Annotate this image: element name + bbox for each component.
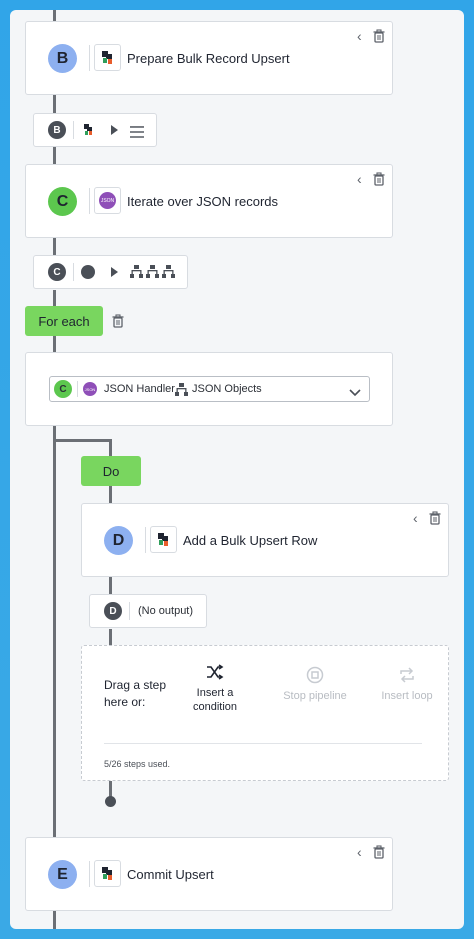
for-each-label: For each — [25, 306, 103, 336]
workflow-canvas: B Prepare Bulk Record Upsert ‹ B C JSON … — [10, 10, 464, 929]
trash-icon[interactable] — [373, 172, 385, 191]
trash-icon[interactable] — [112, 314, 124, 333]
step-drop-zone[interactable]: Drag a step here or: Insert a condition … — [81, 645, 449, 781]
output-letter-badge: B — [48, 121, 66, 139]
divider — [89, 45, 90, 71]
output-card-b[interactable]: B — [33, 113, 157, 147]
loop-source-card: C JSON JSON Handler JSON Objects — [25, 352, 393, 426]
flow-connector — [53, 238, 56, 255]
stop-circle-icon — [283, 666, 347, 686]
hierarchy-icon — [130, 265, 176, 284]
loop-branch-connector — [53, 439, 111, 442]
step-title: Commit Upsert — [127, 867, 214, 882]
trash-icon[interactable] — [373, 845, 385, 864]
flow-connector — [53, 910, 56, 929]
divider — [145, 527, 146, 553]
play-arrow-icon — [111, 125, 118, 135]
chevron-down-icon — [349, 384, 361, 402]
divider — [104, 743, 422, 744]
json-badge: JSON — [99, 192, 116, 209]
step-title: Iterate over JSON records — [127, 194, 278, 209]
collapse-chevron-icon[interactable]: ‹ — [357, 844, 362, 860]
insert-condition-label: Insert a condition — [192, 687, 238, 713]
step-card-c[interactable]: C JSON Iterate over JSON records ‹ — [25, 164, 393, 238]
flow-connector — [53, 336, 56, 353]
divider — [89, 861, 90, 887]
step-letter-badge: D — [104, 526, 133, 555]
flow-connector — [53, 147, 56, 164]
output-card-c[interactable]: C — [33, 255, 188, 289]
repeat-icon — [379, 666, 435, 686]
divider — [73, 121, 74, 139]
trash-icon[interactable] — [373, 29, 385, 48]
step-card-d[interactable]: D Add a Bulk Upsert Row ‹ — [81, 503, 449, 577]
do-label: Do — [81, 456, 141, 486]
step-card-b[interactable]: B Prepare Bulk Record Upsert ‹ — [25, 21, 393, 95]
collapse-chevron-icon[interactable]: ‹ — [357, 171, 362, 187]
output-card-d[interactable]: D (No output) — [89, 594, 207, 628]
play-arrow-icon — [111, 267, 118, 277]
select-letter-badge: C — [54, 380, 72, 398]
divider — [129, 602, 130, 620]
insert-condition-button[interactable]: Insert a condition — [182, 664, 248, 714]
step-letter-badge: E — [48, 860, 77, 889]
divider — [77, 381, 78, 397]
hierarchy-icon — [175, 383, 188, 401]
loop-connector — [109, 629, 112, 645]
loop-connector — [109, 439, 112, 456]
stop-pipeline-button: Stop pipeline — [283, 666, 347, 703]
flow-connector — [53, 290, 56, 306]
output-letter-badge: C — [48, 263, 66, 281]
trash-icon[interactable] — [429, 511, 441, 530]
shuffle-icon — [182, 664, 248, 684]
step-letter-badge: C — [48, 187, 77, 216]
divider — [73, 263, 74, 281]
insert-loop-label: Insert loop — [381, 690, 433, 702]
drop-prompt: Drag a step here or: — [104, 678, 167, 709]
list-icon — [130, 125, 144, 143]
json-handler-label: JSON Handler — [104, 383, 175, 395]
flow-connector — [53, 426, 56, 837]
insert-loop-button: Insert loop — [379, 666, 435, 703]
loop-connector — [109, 577, 112, 594]
bulk-app-icon — [94, 44, 121, 71]
bulk-app-icon — [150, 526, 177, 553]
step-title: Prepare Bulk Record Upsert — [127, 51, 290, 66]
step-card-e[interactable]: E Commit Upsert ‹ — [25, 837, 393, 911]
json-app-icon — [81, 265, 95, 279]
loop-end-dot — [105, 796, 116, 807]
step-title: Add a Bulk Upsert Row — [183, 533, 318, 548]
json-app-icon: JSON — [83, 382, 97, 396]
collapse-chevron-icon[interactable]: ‹ — [413, 510, 418, 526]
loop-source-select[interactable]: C JSON JSON Handler JSON Objects — [49, 376, 370, 402]
json-app-icon: JSON — [94, 187, 121, 214]
json-objects-label: JSON Objects — [192, 383, 262, 395]
bulk-app-icon — [82, 122, 96, 143]
collapse-chevron-icon[interactable]: ‹ — [357, 28, 362, 44]
divider — [89, 188, 90, 214]
output-letter-badge: D — [104, 602, 122, 620]
stop-pipeline-label: Stop pipeline — [283, 690, 347, 702]
steps-used-label: 5/26 steps used. — [104, 759, 171, 769]
bulk-app-icon — [94, 860, 121, 887]
no-output-label: (No output) — [138, 605, 194, 617]
step-letter-badge: B — [48, 44, 77, 73]
loop-connector — [109, 486, 112, 503]
